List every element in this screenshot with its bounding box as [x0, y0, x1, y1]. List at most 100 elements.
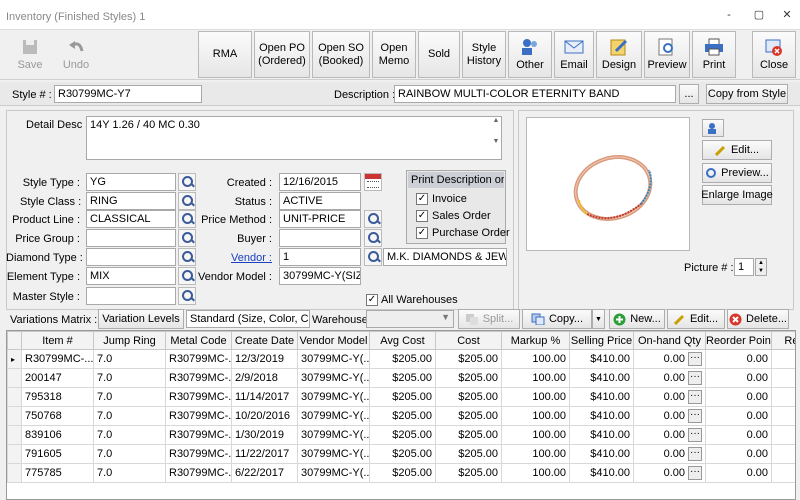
grid-cell[interactable]: R30799MC-... [165, 387, 232, 407]
grid-cell[interactable]: 0.00 ··· [633, 387, 706, 407]
grid-cell[interactable] [771, 368, 795, 388]
copy-dropdown-icon[interactable]: ▼ [592, 309, 605, 329]
grid-cell[interactable]: $410.00 [569, 425, 634, 445]
grid-cell[interactable]: 30799MC-Y(... [297, 349, 370, 369]
grid-cell[interactable]: 11/14/2017 [231, 387, 298, 407]
variation-levels-field[interactable]: Standard (Size, Color, Clarit [186, 310, 310, 328]
grid-cell[interactable]: $205.00 [435, 425, 502, 445]
close-window-button[interactable]: ✕ [780, 8, 794, 22]
picture-number-field[interactable]: 1 [734, 258, 754, 276]
product-line-field[interactable]: CLASSICAL [86, 210, 176, 228]
purchase-order-checkbox[interactable]: ✓ [416, 227, 428, 239]
copy-button[interactable]: Copy... [522, 309, 592, 329]
warehouse-dropdown-icon[interactable]: ▼ [441, 312, 450, 322]
style-class-search-icon[interactable] [178, 192, 196, 210]
grid-cell[interactable] [771, 425, 795, 445]
minimize-button[interactable]: - [722, 8, 736, 22]
grid-cell[interactable]: 7.0 [93, 463, 166, 483]
grid-cell[interactable]: 100.00 [501, 425, 570, 445]
created-field[interactable]: 12/16/2015 [279, 173, 361, 191]
table-row[interactable]: 750768 7.0 R30799MC-... 10/20/2016 30799MC-Y… [7, 406, 795, 426]
open-memo-button[interactable]: Open Memo [372, 31, 416, 78]
grid-cell[interactable]: $205.00 [369, 444, 436, 464]
onhand-detail-button[interactable]: ··· [688, 390, 702, 404]
grid-cell[interactable]: $205.00 [369, 387, 436, 407]
save-button[interactable]: Save [8, 31, 52, 78]
grid-cell[interactable]: $205.00 [435, 406, 502, 426]
price-method-search-icon[interactable] [364, 210, 382, 228]
grid-col-header[interactable]: Cost [435, 331, 502, 350]
grid-col-header[interactable]: Reorder Point [705, 331, 772, 350]
calendar-icon[interactable] [364, 173, 382, 191]
image-edit-button[interactable]: Edit... [702, 140, 772, 160]
buyer-search-icon[interactable] [364, 229, 382, 247]
grid-cell[interactable]: R30799MC-... [165, 444, 232, 464]
grid-cell[interactable]: R30799MC-... [165, 368, 232, 388]
image-preview-button[interactable]: Preview... [702, 163, 772, 183]
onhand-detail-button[interactable]: ··· [688, 428, 702, 442]
onhand-detail-button[interactable]: ··· [688, 352, 702, 366]
grid-cell[interactable]: 30799MC-Y(... [297, 425, 370, 445]
table-row[interactable]: 839106 7.0 R30799MC-... 1/30/2019 30799MC-Y(… [7, 425, 795, 445]
master-style-search-icon[interactable] [178, 287, 196, 305]
grid-cell[interactable]: 0.00 ··· [633, 349, 706, 369]
image-settings-button[interactable] [702, 119, 724, 137]
restore-button[interactable]: ▢ [752, 8, 766, 22]
sold-button[interactable]: Sold [418, 31, 460, 78]
row-selector[interactable] [7, 425, 22, 445]
grid-cell[interactable]: R30799MC-... [165, 349, 232, 369]
grid-cell[interactable]: R30799MC-... [165, 463, 232, 483]
row-selector[interactable] [7, 406, 22, 426]
grid-cell[interactable]: $205.00 [435, 387, 502, 407]
price-group-search-icon[interactable] [178, 229, 196, 247]
style-type-field[interactable]: YG [86, 173, 176, 191]
grid-cell[interactable]: 0.00 ··· [633, 463, 706, 483]
grid-cell[interactable]: 100.00 [501, 349, 570, 369]
price-method-field[interactable]: UNIT-PRICE [279, 210, 361, 228]
description-field[interactable]: RAINBOW MULTI-COLOR ETERNITY BAND [394, 85, 676, 103]
grid-cell[interactable]: 200147 [21, 368, 94, 388]
onhand-detail-button[interactable]: ··· [688, 447, 702, 461]
grid-cell[interactable]: $205.00 [435, 349, 502, 369]
grid-cell[interactable]: 750768 [21, 406, 94, 426]
design-button[interactable]: Design [596, 31, 642, 78]
grid-cell[interactable]: 30799MC-Y(... [297, 406, 370, 426]
grid-cell[interactable]: 0.00 [705, 368, 772, 388]
table-row[interactable]: 791605 7.0 R30799MC-... 11/22/2017 30799MC-Y… [7, 444, 795, 464]
grid-cell[interactable]: 11/22/2017 [231, 444, 298, 464]
master-style-field[interactable] [86, 287, 176, 305]
grid-cell[interactable]: 0.00 [705, 463, 772, 483]
vendor-model-field[interactable]: 30799MC-Y(SIZE [279, 267, 361, 285]
grid-cell[interactable]: $410.00 [569, 444, 634, 464]
grid-cell[interactable]: 791605 [21, 444, 94, 464]
open-so-button[interactable]: Open SO (Booked) [312, 31, 370, 78]
grid-cell[interactable]: 100.00 [501, 463, 570, 483]
row-selector[interactable] [7, 387, 22, 407]
row-selector[interactable] [7, 463, 22, 483]
vendor-link[interactable]: Vendor : [200, 252, 272, 264]
grid-cell[interactable]: 100.00 [501, 368, 570, 388]
invoice-checkbox[interactable]: ✓ [416, 193, 428, 205]
grid-cell[interactable]: 7.0 [93, 387, 166, 407]
style-number-field[interactable]: R30799MC-Y7 [54, 85, 202, 103]
grid-col-header[interactable]: Markup % [501, 331, 570, 350]
style-history-button[interactable]: Style History [462, 31, 506, 78]
close-button[interactable]: Close [752, 31, 796, 78]
grid-cell[interactable]: 0.00 [705, 425, 772, 445]
grid-cell[interactable]: 0.00 ··· [633, 406, 706, 426]
email-button[interactable]: Email [554, 31, 594, 78]
grid-cell[interactable]: $205.00 [435, 463, 502, 483]
row-selector[interactable] [7, 444, 22, 464]
grid-cell[interactable]: 12/3/2019 [231, 349, 298, 369]
grid-cell[interactable]: 30799MC-Y(... [297, 444, 370, 464]
grid-cell[interactable]: R30799MC-... [165, 406, 232, 426]
table-row[interactable]: 775785 7.0 R30799MC-... 6/22/2017 30799MC-Y(… [7, 463, 795, 483]
grid-cell[interactable]: 10/20/2016 [231, 406, 298, 426]
grid-cell[interactable]: $205.00 [369, 425, 436, 445]
grid-cell[interactable]: $205.00 [369, 349, 436, 369]
table-row[interactable]: 200147 7.0 R30799MC-... 2/9/2018 30799MC-Y(.… [7, 368, 795, 388]
undo-button[interactable]: Undo [54, 31, 98, 78]
grid-cell[interactable]: R30799MC-... [165, 425, 232, 445]
grid-cell[interactable]: $410.00 [569, 463, 634, 483]
grid-cell[interactable]: $205.00 [369, 368, 436, 388]
